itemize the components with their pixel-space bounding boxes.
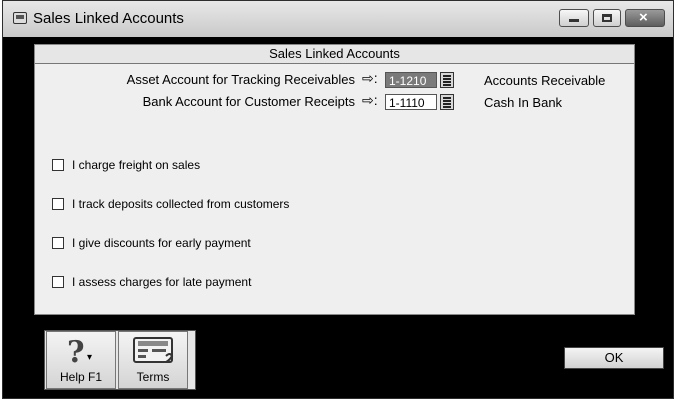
dropdown-caret-icon: ▾ — [87, 352, 93, 363]
deposits-checkbox[interactable] — [52, 198, 64, 210]
help-button-label: Help F1 — [59, 370, 103, 384]
title-bar[interactable]: Sales Linked Accounts × — [3, 1, 673, 38]
maximize-icon — [602, 14, 612, 22]
window-title: Sales Linked Accounts — [33, 10, 184, 27]
freight-label: I charge freight on sales — [72, 158, 201, 172]
bank-arrow-icon: ⇨: — [362, 92, 378, 108]
bank-label: Bank Account for Customer Receipts — [142, 94, 355, 109]
minimize-icon — [569, 19, 579, 22]
late-charges-checkbox[interactable] — [52, 276, 64, 288]
minimize-button[interactable] — [559, 9, 589, 27]
terms-button[interactable]: Terms — [118, 331, 188, 389]
late-charges-label: I assess charges for late payment — [72, 275, 252, 289]
bottom-button-group: ? ▾ Help F1 Terms — [44, 330, 196, 390]
discounts-checkbox[interactable] — [52, 237, 64, 249]
receivables-arrow-icon: ⇨: — [362, 70, 378, 86]
terms-button-label: Terms — [136, 370, 170, 384]
linked-accounts-panel: Sales Linked Accounts Asset Account for … — [34, 44, 635, 315]
ok-button[interactable]: OK — [564, 347, 664, 369]
close-icon: × — [639, 9, 648, 26]
receivables-row: Asset Account for Tracking Receivables — [35, 71, 355, 89]
sales-linked-accounts-window: Sales Linked Accounts × Sales Linked Acc… — [2, 0, 674, 399]
receivables-account-input[interactable]: 1-1210 — [385, 72, 437, 88]
question-mark-icon: ? — [67, 335, 85, 370]
receivables-label: Asset Account for Tracking Receivables — [126, 72, 355, 87]
maximize-button[interactable] — [593, 9, 621, 27]
receivables-account-name: Accounts Receivable — [484, 73, 606, 88]
bank-row: Bank Account for Customer Receipts — [35, 93, 355, 111]
panel-header: Sales Linked Accounts — [35, 45, 634, 64]
deposits-label: I track deposits collected from customer… — [72, 197, 290, 211]
window-icon — [13, 12, 27, 24]
bank-account-input[interactable]: 1-1110 — [385, 94, 437, 110]
receivables-list-button[interactable] — [440, 72, 454, 88]
bank-list-button[interactable] — [440, 94, 454, 110]
bank-account-name: Cash In Bank — [484, 95, 563, 110]
help-button[interactable]: ? ▾ Help F1 — [46, 331, 116, 389]
freight-checkbox[interactable] — [52, 159, 64, 171]
close-button[interactable]: × — [625, 9, 665, 27]
discounts-label: I give discounts for early payment — [72, 236, 251, 250]
card-icon — [133, 337, 174, 363]
